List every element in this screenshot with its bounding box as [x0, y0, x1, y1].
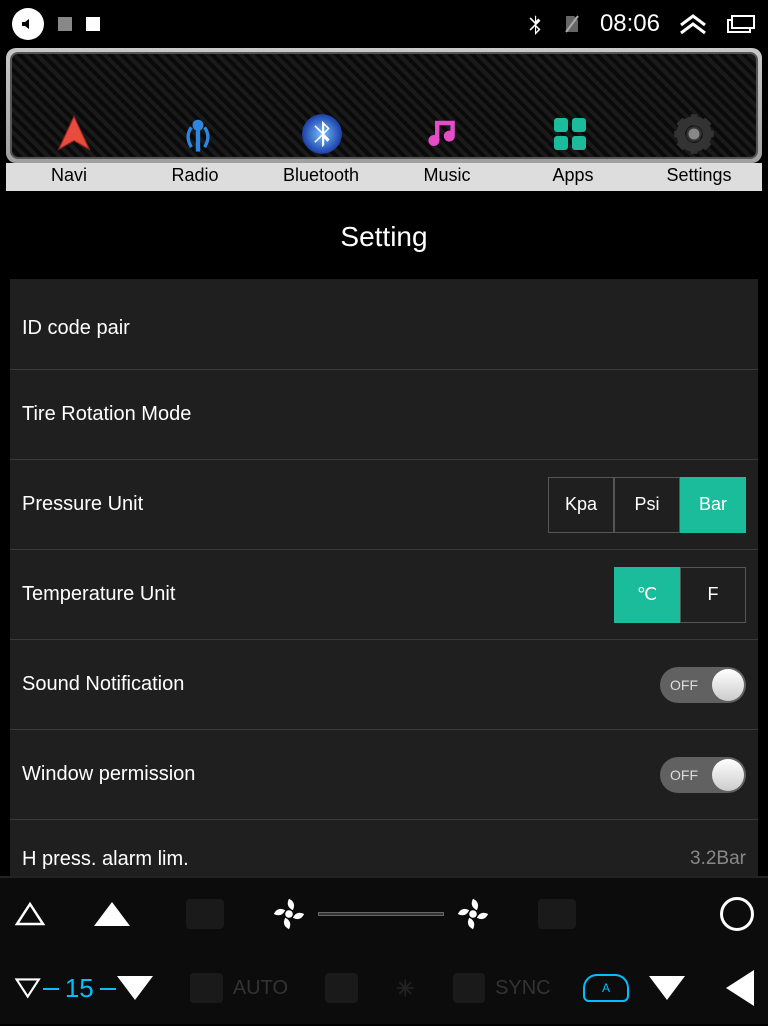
sound-notification-label: Sound Notification	[22, 673, 660, 696]
left-temp-down-button[interactable]	[14, 975, 41, 1001]
row-id-code-pair[interactable]: ID code pair	[10, 279, 758, 369]
nav-navi[interactable]	[12, 54, 136, 157]
nav-label-bluetooth: Bluetooth	[258, 163, 384, 191]
defrost-rear-icon[interactable]	[538, 899, 576, 929]
row-temp-unit: Temperature Unit ℃ F	[10, 549, 758, 639]
tire-rotation-label: Tire Rotation Mode	[22, 403, 746, 426]
nav-settings[interactable]	[632, 54, 756, 157]
nav-label-navi: Navi	[6, 163, 132, 191]
nav-radio[interactable]	[136, 54, 260, 157]
fan-down-button[interactable]	[117, 976, 153, 1000]
recirculation-icon[interactable]: A	[583, 974, 630, 1002]
radio-icon	[175, 111, 221, 157]
nav-music[interactable]	[384, 54, 508, 157]
window-permission-toggle[interactable]: OFF	[660, 757, 746, 793]
gear-icon	[671, 111, 717, 157]
row-window-permission: Window permission OFF	[10, 729, 758, 819]
music-icon	[423, 111, 469, 157]
pressure-kpa-button[interactable]: Kpa	[548, 477, 614, 533]
row-tire-rotation[interactable]: Tire Rotation Mode	[10, 369, 758, 459]
nav-labels: Navi Radio Bluetooth Music Apps Settings	[6, 163, 762, 191]
image-icon	[58, 17, 72, 31]
apps-icon	[547, 111, 593, 157]
id-code-pair-label: ID code pair	[22, 317, 746, 340]
climate-bar: 15 AUTO SYNC A	[0, 876, 768, 1024]
snowflake-icon[interactable]	[395, 976, 416, 1000]
nav-label-settings: Settings	[636, 163, 762, 191]
fan-up-button[interactable]	[94, 902, 130, 926]
window-icon[interactable]	[726, 13, 756, 35]
sound-notification-toggle[interactable]: OFF	[660, 667, 746, 703]
sim-icon	[562, 14, 582, 34]
bluetooth-app-icon	[299, 111, 345, 157]
defrost-front-icon[interactable]	[186, 899, 224, 929]
clock: 08:06	[600, 10, 660, 38]
toggle-off-text: OFF	[670, 677, 698, 693]
h-press-value: 3.2Bar	[690, 848, 746, 870]
fan-decrease-icon[interactable]	[270, 895, 308, 933]
fan-level-bar[interactable]	[318, 912, 444, 916]
bluetooth-icon	[526, 13, 544, 35]
settings-list: ID code pair Tire Rotation Mode Pressure…	[10, 279, 758, 968]
row-sound-notification: Sound Notification OFF	[10, 639, 758, 729]
left-temp-up-button[interactable]	[14, 901, 46, 927]
temperature-value: 15	[65, 973, 94, 1004]
temp-unit-label: Temperature Unit	[22, 583, 614, 606]
square-icon	[86, 17, 100, 31]
navigation-icon	[51, 111, 97, 157]
back-button[interactable]	[726, 970, 754, 1006]
seat-heat-left-icon[interactable]	[190, 973, 223, 1003]
nav-label-music: Music	[384, 163, 510, 191]
seat-heat-right-icon[interactable]	[453, 973, 486, 1003]
temp-unit-selector: ℃ F	[614, 567, 746, 623]
toggle-off-text: OFF	[670, 767, 698, 783]
pressure-bar-button[interactable]: Bar	[680, 477, 746, 533]
temp-c-button[interactable]: ℃	[614, 567, 680, 623]
h-press-label: H press. alarm lim.	[22, 848, 690, 871]
pressure-unit-label: Pressure Unit	[22, 493, 548, 516]
page-title: Setting	[0, 191, 768, 279]
nav-apps[interactable]	[508, 54, 632, 157]
window-permission-label: Window permission	[22, 763, 660, 786]
chevron-up-icon[interactable]	[678, 13, 708, 35]
pressure-psi-button[interactable]: Psi	[614, 477, 680, 533]
row-pressure-unit: Pressure Unit Kpa Psi Bar	[10, 459, 758, 549]
nav-label-apps: Apps	[510, 163, 636, 191]
volume-icon[interactable]	[12, 8, 44, 40]
temp-f-button[interactable]: F	[680, 567, 746, 623]
fan-increase-icon[interactable]	[454, 895, 492, 933]
auto-label[interactable]: AUTO	[233, 977, 288, 1000]
nav-bluetooth[interactable]	[260, 54, 384, 157]
nav-label-radio: Radio	[132, 163, 258, 191]
status-bar: 08:06	[0, 0, 768, 48]
main-nav-bar	[6, 48, 762, 163]
airflow-icon[interactable]	[325, 973, 358, 1003]
right-temp-down-button[interactable]	[649, 976, 685, 1000]
sync-label[interactable]: SYNC	[495, 977, 551, 1000]
pressure-unit-selector: Kpa Psi Bar	[548, 477, 746, 533]
power-button[interactable]	[720, 897, 754, 931]
